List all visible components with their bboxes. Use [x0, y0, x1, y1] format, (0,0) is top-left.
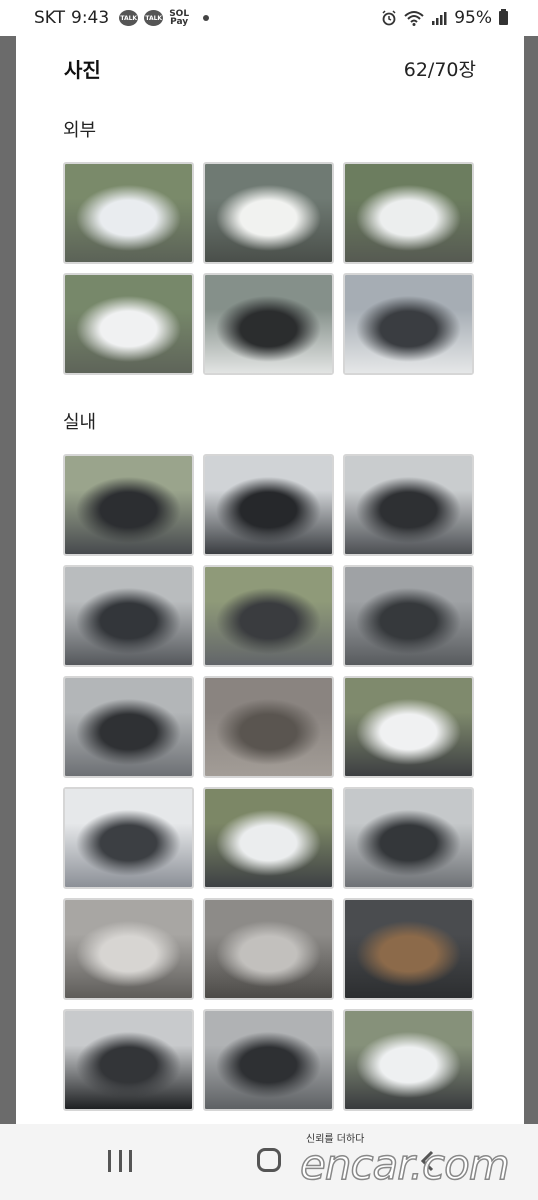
photo-image [345, 678, 472, 776]
photo-image [65, 456, 192, 554]
alarm-icon [382, 10, 396, 26]
interior-photo-steering-wheel[interactable] [203, 454, 334, 556]
interior-photo-rear-cabin[interactable] [343, 787, 474, 889]
interior-photo-headliner-lamp[interactable] [203, 676, 334, 778]
status-left: SKT 9:43 TALK TALK SOL Pay [34, 8, 210, 28]
exterior-section-label: 외부 [63, 120, 97, 141]
recent-apps-icon[interactable] [108, 1150, 132, 1172]
photo-image [205, 900, 332, 998]
photo-image [345, 456, 472, 554]
battery-percent: 95% [454, 8, 492, 28]
photo-image [65, 567, 192, 665]
interior-photo-grid [63, 454, 475, 1111]
interior-section-label: 실내 [63, 412, 97, 433]
interior-photo-rear-door-panel[interactable] [203, 1009, 334, 1111]
interior-photo-headliner[interactable] [63, 898, 194, 1000]
exterior-photo-front-left[interactable] [63, 162, 194, 264]
status-right: 95% [381, 8, 508, 28]
interior-photo-roof-light[interactable] [203, 898, 334, 1000]
photo-count: 62/70장 [403, 58, 476, 81]
photo-image [65, 1011, 192, 1109]
more-notifications-dot-icon [203, 15, 210, 21]
interior-photo-cluster[interactable] [63, 454, 194, 556]
wifi-icon [404, 11, 424, 26]
interior-photo-cargo-rack[interactable] [343, 898, 474, 1000]
photo-image [205, 456, 332, 554]
photo-image [345, 567, 472, 665]
clock: 9:43 [71, 8, 110, 28]
photo-image [65, 164, 192, 262]
photo-image [65, 789, 192, 887]
exterior-photo-side[interactable] [63, 273, 194, 375]
photo-sheet: 사진 62/70장 외부 실내 [16, 36, 524, 1200]
photo-image [345, 900, 472, 998]
interior-photo-center-stack[interactable] [63, 676, 194, 778]
interior-photo-front-door-panel[interactable] [343, 1009, 474, 1111]
interior-photo-door-panel[interactable] [203, 565, 334, 667]
kakaotalk-icon: TALK [119, 10, 139, 26]
photo-image [205, 567, 332, 665]
exterior-photo-grid [63, 162, 475, 375]
photo-image [345, 789, 472, 887]
exterior-photo-rear-right[interactable] [343, 162, 474, 264]
photo-image [205, 164, 332, 262]
photo-image [65, 900, 192, 998]
exterior-photo-engine-bay[interactable] [203, 273, 334, 375]
interior-photo-rear-door-open[interactable] [63, 787, 194, 889]
photo-image [345, 1011, 472, 1109]
home-icon[interactable] [257, 1148, 281, 1172]
sheet-header: 사진 62/70장 [16, 36, 524, 100]
photo-image [205, 1011, 332, 1109]
photo-image [205, 789, 332, 887]
page-title: 사진 [64, 57, 101, 82]
photo-image [345, 164, 472, 262]
interior-photo-front-door-open[interactable] [343, 676, 474, 778]
interior-photo-dash-left[interactable] [63, 565, 194, 667]
battery-icon [499, 9, 508, 25]
sol-pay-icon: SOL Pay [169, 9, 190, 27]
exterior-photo-trunk-open[interactable] [343, 273, 474, 375]
photo-image [65, 275, 192, 373]
photo-image [205, 678, 332, 776]
kakaotalk-icon-2: TALK [144, 10, 164, 26]
photo-image [205, 275, 332, 373]
photo-image [345, 275, 472, 373]
status-bar: SKT 9:43 TALK TALK SOL Pay 95% [0, 0, 538, 36]
signal-icon [432, 12, 447, 25]
system-navigation-bar: 신뢰를 더하다 encar.com [0, 1124, 538, 1200]
interior-photo-dashboard-gauges[interactable] [343, 454, 474, 556]
interior-photo-rear-window[interactable] [63, 1009, 194, 1111]
carrier-label: SKT [34, 8, 66, 28]
exterior-photo-rear[interactable] [203, 162, 334, 264]
interior-photo-both-doors-open[interactable] [203, 787, 334, 889]
encar-watermark-logo: encar.com [299, 1139, 510, 1190]
interior-photo-center-console[interactable] [343, 565, 474, 667]
photo-image [65, 678, 192, 776]
